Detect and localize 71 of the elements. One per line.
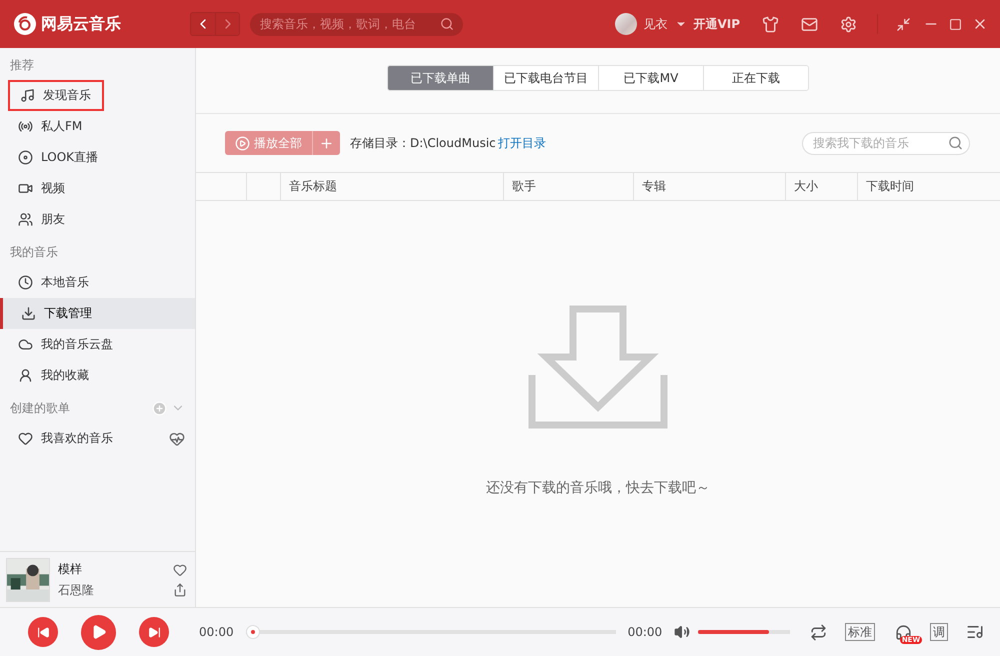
- heart-icon: [18, 431, 33, 446]
- column-header[interactable]: 音乐标题: [280, 173, 503, 200]
- section-title: 我的音乐: [10, 244, 59, 260]
- user-name[interactable]: 见衣: [643, 16, 668, 32]
- empty-message: 还没有下载的音乐哦，快去下载吧～: [486, 479, 710, 497]
- column-header[interactable]: 歌手: [503, 173, 633, 200]
- volume-icon[interactable]: [674, 624, 690, 640]
- elapsed-time: 00:00: [199, 625, 234, 639]
- playlist-icon[interactable]: [966, 623, 984, 641]
- section-title: 创建的歌单: [10, 400, 71, 416]
- settings-icon[interactable]: [840, 16, 857, 32]
- app-name: 网易云音乐: [41, 14, 121, 34]
- mail-icon[interactable]: [801, 16, 818, 32]
- music-note-icon: [20, 88, 35, 103]
- share-icon[interactable]: [173, 582, 187, 596]
- skip-back-icon: [36, 626, 50, 638]
- disc-icon: [18, 150, 33, 165]
- sidebar-item[interactable]: 下载管理: [0, 298, 195, 329]
- cloud-icon: [18, 337, 33, 352]
- song-title: 模样: [58, 560, 83, 578]
- shirt-icon[interactable]: [762, 16, 779, 32]
- user-icon: [18, 368, 33, 383]
- download-icon: [21, 306, 36, 321]
- sidebar-item[interactable]: 发现音乐: [8, 80, 104, 111]
- tab[interactable]: 正在下载: [703, 66, 808, 90]
- quality-button[interactable]: 标准: [845, 623, 876, 641]
- heart-icon[interactable]: [173, 562, 187, 576]
- storage-path: 存储目录：D:\CloudMusic: [350, 134, 496, 152]
- skip-forward-icon: [148, 626, 160, 638]
- sidebar-item[interactable]: 我的音乐云盘: [0, 329, 195, 360]
- progress-handle[interactable]: [246, 625, 260, 639]
- mini-mode-icon[interactable]: [896, 16, 911, 32]
- column-header[interactable]: 大小: [785, 173, 857, 200]
- search-icon: [948, 136, 963, 150]
- total-time: 00:00: [628, 625, 662, 639]
- search-field[interactable]: 搜索我下载的音乐: [802, 132, 970, 154]
- tab[interactable]: 已下载电台节目: [493, 66, 598, 90]
- sidebar-item[interactable]: 我的收藏: [0, 360, 195, 391]
- next-button[interactable]: [139, 617, 169, 647]
- clock-icon: [18, 275, 33, 290]
- repeat-icon[interactable]: [810, 624, 828, 640]
- search-field[interactable]: 搜索音乐，视频，歌词，电台: [250, 12, 463, 36]
- video-camera-icon: [18, 181, 33, 196]
- search-icon: [440, 17, 454, 31]
- artist-name: 石恩隆: [58, 582, 95, 598]
- column-header[interactable]: 专辑: [633, 173, 785, 200]
- previous-button[interactable]: [28, 617, 58, 647]
- plus-icon: [319, 136, 334, 150]
- sidebar-item[interactable]: 我喜欢的音乐: [0, 423, 195, 454]
- section-title: 推荐: [10, 56, 35, 74]
- tab[interactable]: 已下载MV: [598, 66, 703, 90]
- sidebar-item[interactable]: 本地音乐: [0, 267, 195, 298]
- equalizer-button[interactable]: 调: [930, 623, 948, 641]
- sidebar-item[interactable]: 朋友: [0, 204, 195, 235]
- vip-link[interactable]: 开通VIP: [693, 16, 740, 32]
- play-circle-icon: [235, 136, 250, 150]
- play-button[interactable]: [81, 614, 116, 650]
- heartbeat-icon[interactable]: [169, 430, 185, 446]
- sidebar-item[interactable]: 私人FM: [0, 111, 195, 142]
- people-icon: [18, 212, 33, 227]
- maximize-icon[interactable]: [949, 18, 962, 30]
- column-header[interactable]: 下载时间: [857, 173, 1000, 200]
- sidebar-item[interactable]: LOOK直播: [0, 142, 195, 173]
- open-folder-link[interactable]: 打开目录: [498, 134, 546, 152]
- sidebar-item[interactable]: 视频: [0, 173, 195, 204]
- logo-icon: [14, 13, 36, 35]
- play-icon: [90, 624, 106, 640]
- radio-icon: [18, 119, 33, 134]
- download-icon: [528, 305, 668, 429]
- avatar[interactable]: [615, 13, 638, 35]
- tab[interactable]: 已下载单曲: [388, 66, 493, 90]
